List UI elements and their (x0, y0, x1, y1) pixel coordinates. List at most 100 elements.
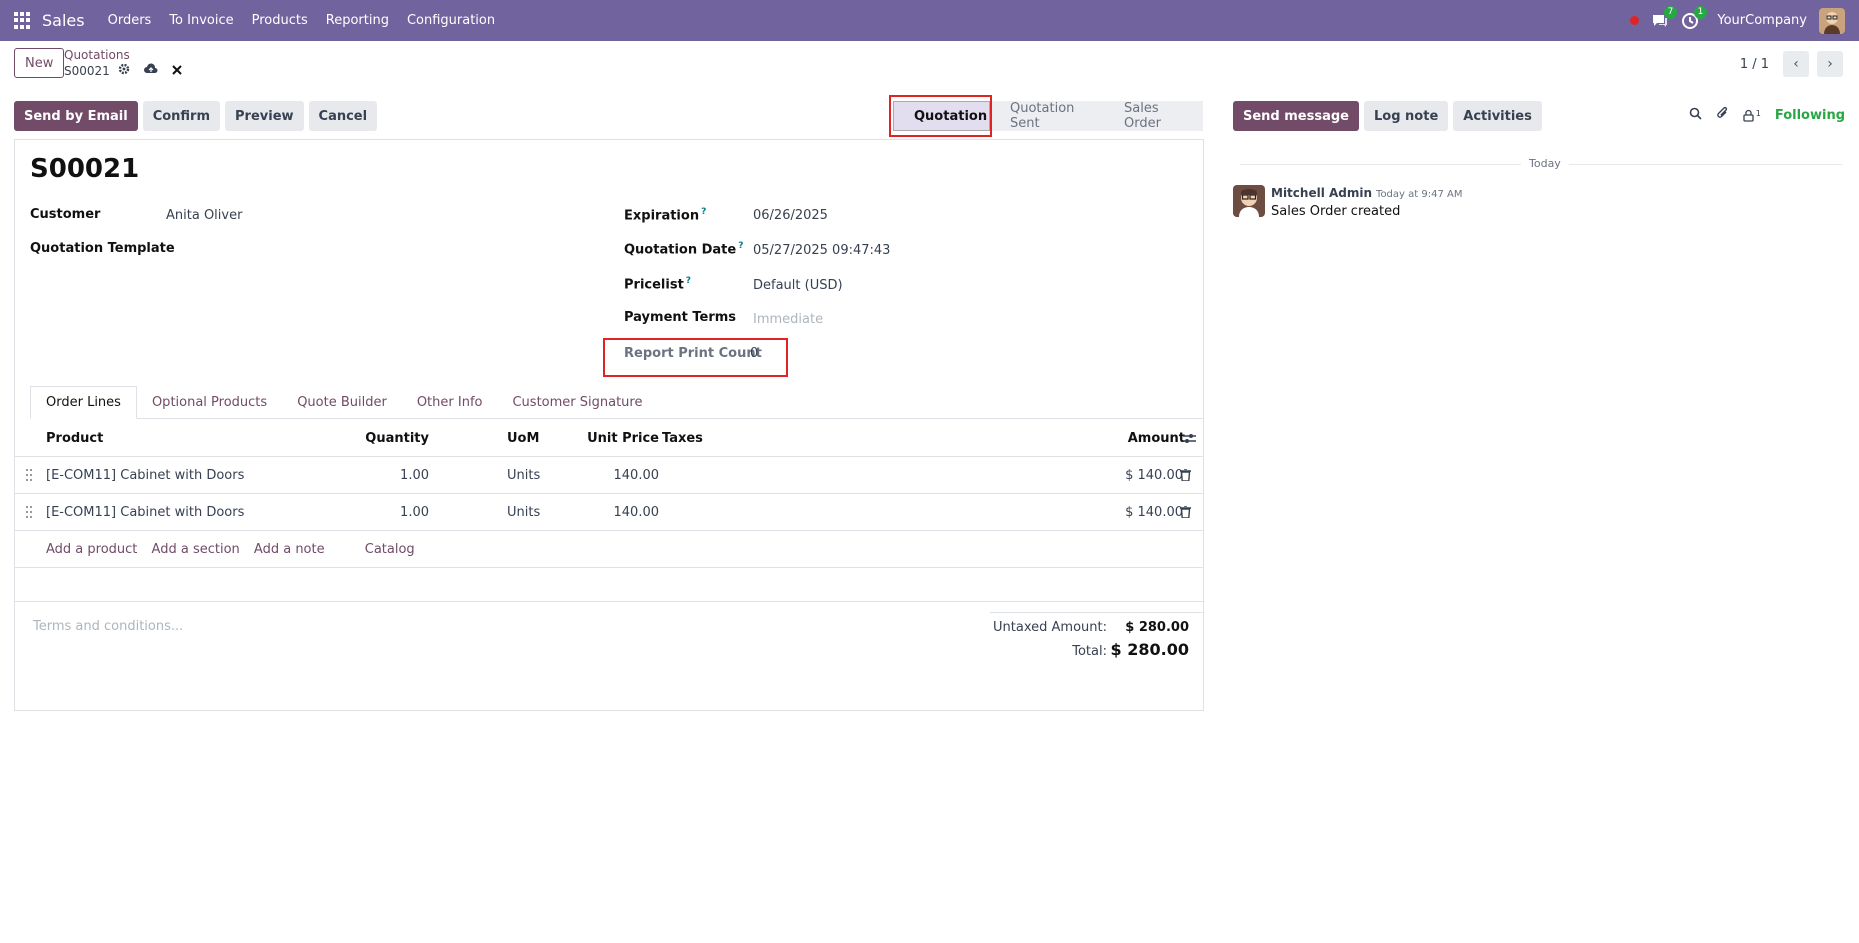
app-name[interactable]: Sales (42, 11, 85, 30)
breadcrumb-quotations[interactable]: Quotations (64, 48, 182, 62)
form-sheet: S00021 Customer Anita Oliver Quotation T… (14, 139, 1204, 711)
tab-customer-signature[interactable]: Customer Signature (497, 386, 657, 419)
chatter-actions: Send message Log note Activities (1233, 101, 1542, 131)
log-note-button[interactable]: Log note (1364, 101, 1449, 131)
expiration-field[interactable]: 06/26/2025 (753, 208, 828, 223)
add-links: Add a product Add a section Add a note C… (46, 531, 425, 568)
breadcrumb-current: S00021 (64, 64, 110, 78)
optional-columns-toggle-icon[interactable] (1183, 433, 1196, 447)
tab-order-lines[interactable]: Order Lines (30, 386, 137, 419)
top-navbar: Sales Orders To Invoice Products Reporti… (0, 0, 1859, 41)
terms-and-conditions-field[interactable]: Terms and conditions... (33, 619, 183, 634)
row-product[interactable]: [E-COM11] Cabinet with Doors (46, 494, 244, 531)
expiration-label: Expiration? (624, 207, 706, 223)
user-avatar[interactable] (1819, 7, 1845, 34)
message-time: Today at 9:47 AM (1376, 189, 1463, 200)
pager-value[interactable]: 1 / 1 (1740, 57, 1769, 72)
activities-button[interactable]: Activities (1453, 101, 1542, 131)
payment-terms-field[interactable]: Immediate (753, 312, 823, 327)
menu-reporting[interactable]: Reporting (326, 13, 389, 28)
col-product[interactable]: Product (46, 420, 103, 457)
attachment-paperclip-icon[interactable] (1716, 106, 1729, 124)
recording-indicator-icon[interactable] (1630, 16, 1640, 25)
untaxed-label: Untaxed Amount: (993, 620, 1107, 635)
col-quantity[interactable]: Quantity (345, 420, 429, 457)
message-author-name[interactable]: Mitchell Admin (1271, 186, 1372, 200)
pricelist-help-icon[interactable]: ? (686, 276, 691, 286)
chatter-tools: 1 Following (1689, 106, 1845, 124)
highlight-box-status (889, 95, 992, 137)
table-row[interactable]: [E-COM11] Cabinet with Doors 1.00 Units … (15, 494, 1203, 531)
breadcrumb: Quotations S00021 (64, 48, 182, 79)
customer-field[interactable]: Anita Oliver (166, 208, 242, 223)
systray: 7 1 YourCompany (1630, 0, 1845, 41)
add-section-link[interactable]: Add a section (152, 542, 240, 557)
messaging-icon[interactable]: 7 (1651, 5, 1678, 30)
menu-to-invoice[interactable]: To Invoice (169, 13, 233, 28)
row-uom[interactable]: Units (507, 457, 540, 494)
add-note-link[interactable]: Add a note (254, 542, 325, 557)
stage-quotation-sent[interactable]: Quotation Sent (990, 101, 1104, 131)
menu-configuration[interactable]: Configuration (407, 13, 495, 28)
save-cloud-icon[interactable] (143, 63, 158, 79)
tab-optional-products[interactable]: Optional Products (137, 386, 282, 419)
row-amount: $ 140.00 (1125, 505, 1183, 520)
menu-orders[interactable]: Orders (108, 13, 152, 28)
row-quantity[interactable]: 1.00 (345, 494, 429, 531)
untaxed-value: $ 280.00 (1125, 620, 1189, 635)
send-message-button[interactable]: Send message (1233, 101, 1359, 131)
message-author: Mitchell Admin Today at 9:47 AM (1271, 186, 1462, 200)
message-author-avatar[interactable] (1233, 185, 1265, 217)
pager-previous-icon[interactable]: ‹ (1783, 51, 1809, 77)
table-row[interactable]: [E-COM11] Cabinet with Doors 1.00 Units … (15, 457, 1203, 494)
total-value: $ 280.00 (1110, 640, 1189, 659)
menu-products[interactable]: Products (252, 13, 308, 28)
quotation-template-label: Quotation Template (30, 241, 175, 256)
apps-menu-icon[interactable] (14, 11, 32, 30)
control-panel: New Quotations S00021 1 / 1 ‹ › (0, 41, 1859, 91)
gear-icon[interactable] (118, 63, 130, 79)
drag-handle-icon[interactable] (26, 506, 34, 518)
col-amount[interactable]: Amount (1055, 420, 1185, 457)
quotation-date-label-text: Quotation Date (624, 242, 737, 258)
quotation-date-help-icon[interactable]: ? (738, 241, 743, 251)
expiration-help-icon[interactable]: ? (701, 207, 706, 217)
discard-close-icon[interactable] (172, 64, 182, 79)
new-button[interactable]: New (14, 48, 65, 78)
notebook-tabs: Order Lines Optional Products Quote Buil… (30, 386, 1203, 419)
pager-next-icon[interactable]: › (1817, 51, 1843, 77)
row-unit-price[interactable]: 140.00 (575, 457, 660, 494)
row-uom[interactable]: Units (507, 494, 540, 531)
col-uom[interactable]: UoM (507, 420, 539, 457)
table-header: Product Quantity UoM Unit Price Taxes Am… (15, 420, 1203, 457)
col-taxes[interactable]: Taxes (662, 420, 703, 457)
delete-line-trash-icon[interactable] (1180, 505, 1191, 519)
catalog-link[interactable]: Catalog (365, 542, 415, 557)
row-quantity[interactable]: 1.00 (345, 457, 429, 494)
pricelist-field[interactable]: Default (USD) (753, 278, 843, 293)
send-by-email-button[interactable]: Send by Email (14, 101, 138, 131)
cancel-button[interactable]: Cancel (308, 101, 378, 131)
stage-sales-order[interactable]: Sales Order (1104, 101, 1203, 131)
activities-clock-icon[interactable]: 1 (1681, 5, 1708, 30)
drag-handle-icon[interactable] (26, 469, 34, 481)
confirm-button[interactable]: Confirm (142, 101, 221, 131)
messages-badge: 7 (1663, 5, 1678, 19)
preview-button[interactable]: Preview (225, 101, 304, 131)
followers-lock-icon[interactable]: 1 (1743, 109, 1761, 122)
search-icon[interactable] (1689, 107, 1702, 124)
quotation-date-field[interactable]: 05/27/2025 09:47:43 (753, 243, 890, 258)
tab-quote-builder[interactable]: Quote Builder (282, 386, 402, 419)
tab-other-info[interactable]: Other Info (402, 386, 498, 419)
row-unit-price[interactable]: 140.00 (575, 494, 660, 531)
expiration-label-text: Expiration (624, 208, 700, 224)
following-toggle[interactable]: Following (1775, 108, 1845, 123)
delete-line-trash-icon[interactable] (1180, 468, 1191, 482)
followers-count: 1 (1755, 108, 1761, 118)
add-product-link[interactable]: Add a product (46, 542, 137, 557)
highlight-box-report-count (603, 338, 788, 377)
row-product[interactable]: [E-COM11] Cabinet with Doors (46, 457, 244, 494)
company-switcher[interactable]: YourCompany (1717, 13, 1807, 28)
col-unit-price[interactable]: Unit Price (575, 420, 659, 457)
add-line-row: Add a product Add a section Add a note C… (15, 531, 1203, 568)
